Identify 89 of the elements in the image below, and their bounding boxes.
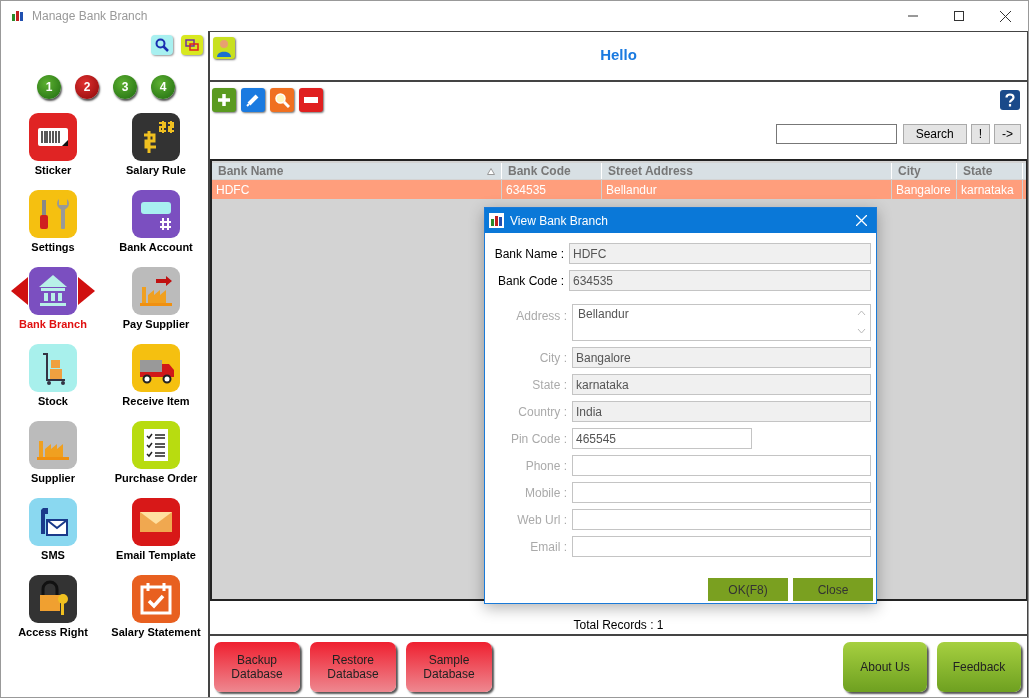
dialog-title: View Bank Branch bbox=[510, 213, 609, 228]
menu-label[interactable]: Email Template bbox=[116, 549, 196, 561]
menu-label[interactable]: Access Right bbox=[18, 626, 88, 638]
close-icon bbox=[999, 10, 1011, 22]
help-button[interactable] bbox=[1000, 90, 1020, 110]
app-logo-icon bbox=[12, 11, 24, 21]
checklist-icon[interactable] bbox=[132, 421, 180, 469]
search-field[interactable] bbox=[775, 124, 897, 144]
pencil-icon bbox=[246, 93, 260, 107]
menu-label[interactable]: Receive Item bbox=[122, 395, 190, 407]
cart-boxes-icon[interactable] bbox=[29, 344, 77, 392]
field-label: Address : bbox=[515, 308, 568, 323]
app-logo-icon bbox=[489, 213, 504, 228]
menu-label[interactable]: Purchase Order bbox=[114, 472, 198, 484]
user-button[interactable] bbox=[213, 37, 235, 59]
table-cell: Bellandur bbox=[602, 180, 892, 199]
input-field[interactable]: 634535 bbox=[569, 270, 871, 291]
input-field[interactable] bbox=[572, 509, 871, 530]
plus-icon bbox=[217, 93, 231, 107]
page-button[interactable]: 2 bbox=[75, 75, 99, 99]
total-records: Total Records : 1 bbox=[573, 618, 664, 632]
input-field[interactable]: HDFC bbox=[569, 243, 871, 264]
field-label: Country : bbox=[517, 404, 568, 419]
address-field[interactable]: Bellandur bbox=[572, 304, 871, 341]
menu-label[interactable]: Salary Rule bbox=[126, 164, 186, 176]
truck-icon[interactable] bbox=[132, 344, 180, 392]
search-button[interactable] bbox=[151, 35, 173, 55]
menu-label[interactable]: SMS bbox=[41, 549, 65, 561]
input-field[interactable]: 465545 bbox=[572, 428, 752, 449]
field-label: City : bbox=[538, 350, 568, 365]
lock-key-icon[interactable] bbox=[29, 575, 77, 623]
small-button[interactable]: -> bbox=[994, 124, 1021, 144]
account-card-icon[interactable] bbox=[132, 190, 180, 238]
search-button[interactable]: Search bbox=[902, 124, 967, 144]
input-field[interactable]: karnataka bbox=[572, 374, 871, 395]
menu-label[interactable]: Sticker bbox=[34, 164, 72, 176]
footer-button[interactable]: Backup Database bbox=[214, 641, 300, 692]
magnifier-icon bbox=[274, 92, 290, 108]
table-cell: karnataka bbox=[957, 180, 1023, 199]
small-button[interactable]: ! bbox=[970, 124, 990, 144]
menu-label[interactable]: Bank Branch bbox=[19, 318, 87, 330]
bank-building-icon[interactable] bbox=[29, 267, 77, 315]
input-field[interactable] bbox=[572, 455, 871, 476]
sort-icon bbox=[487, 167, 495, 175]
footer-button[interactable]: About Us bbox=[843, 641, 927, 692]
footer-button[interactable]: Feedback bbox=[937, 641, 1021, 692]
field-label: Web Url : bbox=[516, 512, 568, 527]
dialog-button[interactable]: Close bbox=[793, 578, 873, 601]
dollar-icon[interactable] bbox=[132, 113, 180, 161]
table-cell: Bangalore bbox=[892, 180, 957, 199]
envelope-icon[interactable] bbox=[132, 498, 180, 546]
input-field[interactable]: Bangalore bbox=[572, 347, 871, 368]
menu-label[interactable]: Supplier bbox=[31, 472, 75, 484]
input-field[interactable] bbox=[572, 482, 871, 503]
window-title: Manage Bank Branch bbox=[32, 9, 149, 23]
field-label: Phone : bbox=[524, 458, 568, 473]
add-button[interactable] bbox=[212, 88, 236, 112]
phone-envelope-icon[interactable] bbox=[29, 498, 77, 546]
field-label: State : bbox=[531, 377, 568, 392]
view-button[interactable] bbox=[270, 88, 294, 112]
field-label: Email : bbox=[529, 539, 568, 554]
field-label: Mobile : bbox=[523, 485, 568, 500]
greeting: Hello bbox=[599, 46, 638, 63]
windows-button[interactable] bbox=[181, 35, 203, 55]
right-arrow-icon[interactable] bbox=[78, 277, 95, 305]
table-cell: HDFC bbox=[212, 180, 502, 199]
tools-icon[interactable] bbox=[29, 190, 77, 238]
footer-button[interactable]: Sample Database bbox=[406, 641, 492, 692]
input-field[interactable]: India bbox=[572, 401, 871, 422]
barcode-sticker-icon[interactable] bbox=[29, 113, 77, 161]
menu-label[interactable]: Settings bbox=[31, 241, 75, 253]
footer-button[interactable]: Restore Database bbox=[310, 641, 396, 692]
field-label: Pin Code : bbox=[509, 431, 568, 446]
menu-label[interactable]: Pay Supplier bbox=[122, 318, 190, 330]
delete-button[interactable] bbox=[299, 88, 323, 112]
menu-label[interactable]: Stock bbox=[38, 395, 68, 407]
close-icon bbox=[855, 215, 867, 226]
question-mark-icon bbox=[1005, 93, 1015, 107]
field-label: Bank Name : bbox=[493, 246, 565, 261]
input-field[interactable] bbox=[572, 536, 871, 557]
minus-icon bbox=[304, 97, 318, 103]
menu-label[interactable]: Salary Statement bbox=[111, 626, 201, 638]
edit-button[interactable] bbox=[241, 88, 265, 112]
calendar-check-icon[interactable] bbox=[132, 575, 180, 623]
field-label: Bank Code : bbox=[496, 273, 565, 288]
maximize-icon bbox=[954, 11, 964, 21]
dialog-button[interactable]: OK(F8) bbox=[708, 578, 788, 601]
table-cell: 634535 bbox=[502, 180, 602, 199]
menu-label[interactable]: Bank Account bbox=[119, 241, 193, 253]
